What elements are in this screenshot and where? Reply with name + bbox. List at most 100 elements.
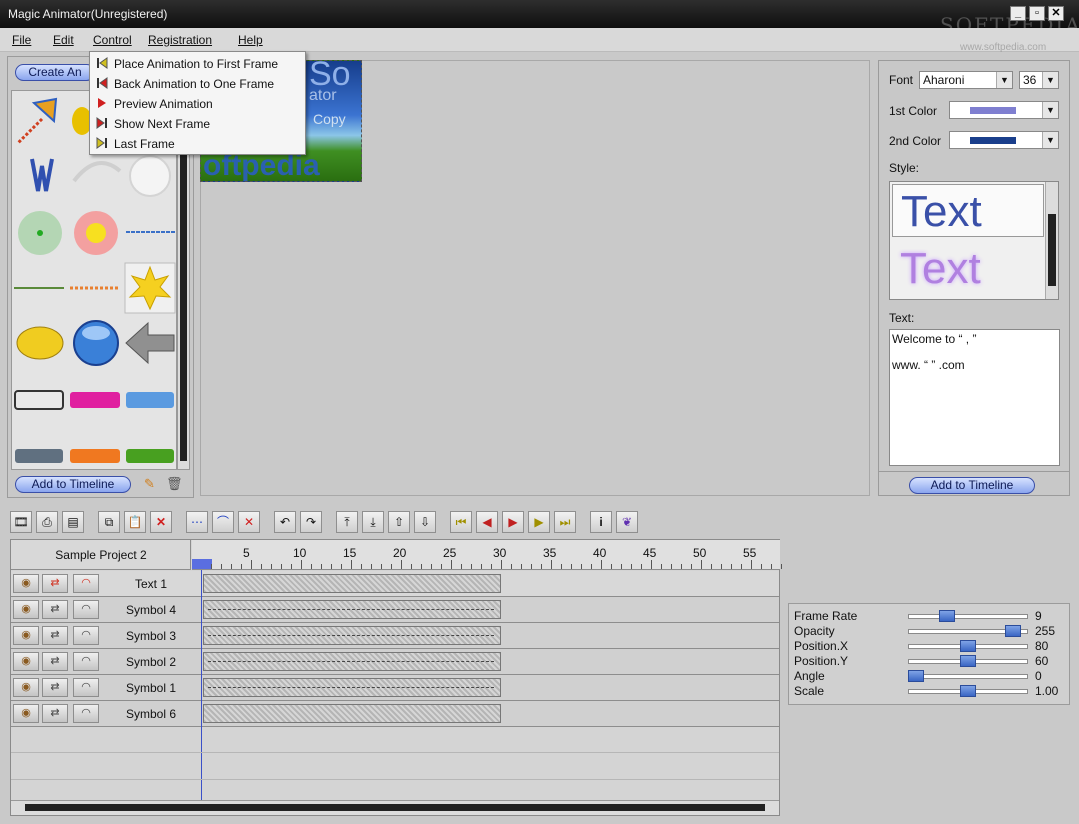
slate-bar-icon[interactable] bbox=[15, 449, 63, 463]
menu-first-frame[interactable]: Place Animation to First Frame bbox=[90, 53, 305, 73]
motion-path-icon[interactable]: ⇄ bbox=[42, 704, 68, 723]
property-slider[interactable] bbox=[908, 674, 1028, 679]
blue-orb-icon[interactable] bbox=[73, 320, 119, 366]
library-scroll-thumb[interactable] bbox=[180, 101, 187, 461]
track-keyframe-bar[interactable] bbox=[203, 574, 501, 593]
speech-bubble-icon[interactable] bbox=[16, 326, 64, 360]
edit-pencil-icon[interactable]: ✎ bbox=[144, 476, 155, 492]
restore-button[interactable]: ▫ bbox=[1029, 6, 1045, 21]
minimize-button[interactable]: _ bbox=[1010, 6, 1026, 21]
menu-help[interactable]: Help bbox=[238, 33, 263, 47]
text-add-to-timeline-button[interactable]: Add to Timeline bbox=[909, 477, 1035, 494]
first-color-select[interactable]: ▼ bbox=[949, 101, 1059, 119]
curve-path-icon[interactable]: ◠ bbox=[73, 652, 99, 671]
create-animation-button[interactable]: Create An bbox=[15, 64, 95, 81]
visibility-eye-icon[interactable]: ◉ bbox=[13, 678, 39, 697]
open-icon[interactable]: ⎙ bbox=[36, 511, 58, 533]
add-curve-icon[interactable]: ⌒ bbox=[212, 511, 234, 533]
move-up-icon[interactable]: ⇧ bbox=[388, 511, 410, 533]
menu-next-frame[interactable]: Show Next Frame bbox=[90, 113, 305, 133]
visibility-eye-icon[interactable]: ◉ bbox=[13, 652, 39, 671]
copy-icon[interactable]: ⧉ bbox=[98, 511, 120, 533]
green-bar-icon[interactable] bbox=[126, 449, 174, 463]
style-list[interactable]: Text Text bbox=[889, 181, 1059, 300]
property-slider-thumb[interactable] bbox=[960, 685, 976, 697]
style-scrollbar[interactable] bbox=[1045, 182, 1058, 299]
green-glow-icon[interactable] bbox=[18, 211, 62, 255]
star-burst-icon[interactable] bbox=[124, 262, 176, 314]
visibility-eye-icon[interactable]: ◉ bbox=[13, 574, 39, 593]
track-row[interactable]: ◉ ⇄ ◠ Symbol 3 bbox=[11, 623, 779, 649]
style-scroll-thumb[interactable] bbox=[1048, 214, 1056, 286]
arc-icon[interactable] bbox=[72, 161, 122, 183]
motion-path-icon[interactable]: ⇄ bbox=[42, 678, 68, 697]
library-add-to-timeline-button[interactable]: Add to Timeline bbox=[15, 476, 131, 493]
arrow-left-icon[interactable] bbox=[125, 321, 175, 365]
gray-button-shape-icon[interactable] bbox=[14, 390, 64, 410]
info-icon[interactable]: i bbox=[590, 511, 612, 533]
track-row[interactable]: ◉ ⇄ ◠ Text 1 bbox=[11, 571, 779, 597]
property-slider-thumb[interactable] bbox=[960, 640, 976, 652]
close-button[interactable]: ✕ bbox=[1048, 6, 1064, 21]
last-frame-icon[interactable]: ⏭ bbox=[554, 511, 576, 533]
curve-path-icon[interactable]: ◠ bbox=[73, 704, 99, 723]
track-keyframe-bar[interactable] bbox=[203, 652, 501, 671]
motion-path-icon[interactable]: ⇄ bbox=[42, 600, 68, 619]
blue-button-shape-icon[interactable] bbox=[126, 392, 174, 408]
track-row[interactable]: ◉ ⇄ ◠ Symbol 4 bbox=[11, 597, 779, 623]
curve-path-icon[interactable]: ◠ bbox=[73, 600, 99, 619]
menu-control[interactable]: Control bbox=[93, 33, 132, 47]
glow-circle-icon[interactable] bbox=[129, 155, 171, 197]
curve-path-icon[interactable]: ◠ bbox=[73, 574, 99, 593]
track-row[interactable]: ◉ ⇄ ◠ Symbol 6 bbox=[11, 701, 779, 727]
visibility-eye-icon[interactable]: ◉ bbox=[13, 626, 39, 645]
menu-preview-animation[interactable]: Preview Animation bbox=[90, 93, 305, 113]
paste-icon[interactable]: 📋 bbox=[124, 511, 146, 533]
track-keyframe-bar[interactable] bbox=[203, 600, 501, 619]
next-frame-icon[interactable]: ▶ bbox=[528, 511, 550, 533]
send-to-back-icon[interactable]: ⤓ bbox=[362, 511, 384, 533]
frame-ruler[interactable]: 5 10 15 20 25 30 35 40 45 50 55 bbox=[192, 540, 782, 570]
first-frame-icon[interactable]: ⏮ bbox=[450, 511, 472, 533]
menu-registration[interactable]: Registration bbox=[148, 33, 212, 47]
track-keyframe-bar[interactable] bbox=[203, 678, 501, 697]
font-select[interactable]: Aharoni ▼ bbox=[919, 71, 1013, 89]
property-slider[interactable] bbox=[908, 614, 1028, 619]
track-row[interactable]: ◉ ⇄ ◠ Symbol 1 bbox=[11, 675, 779, 701]
property-slider-thumb[interactable] bbox=[1004, 625, 1021, 637]
playhead-marker[interactable] bbox=[192, 559, 212, 569]
track-row[interactable]: ◉ ⇄ ◠ Symbol 2 bbox=[11, 649, 779, 675]
curve-path-icon[interactable]: ◠ bbox=[73, 626, 99, 645]
curve-path-icon[interactable]: ◠ bbox=[73, 678, 99, 697]
pink-button-shape-icon[interactable] bbox=[70, 392, 120, 408]
motion-path-icon[interactable]: ⇄ bbox=[42, 626, 68, 645]
butterfly-icon[interactable]: ❦ bbox=[616, 511, 638, 533]
menu-edit[interactable]: Edit bbox=[53, 33, 74, 47]
menu-file[interactable]: File bbox=[12, 33, 31, 47]
timeline-scroll-thumb[interactable] bbox=[25, 804, 765, 811]
bring-to-front-icon[interactable]: ⤒ bbox=[336, 511, 358, 533]
redo-icon[interactable]: ↷ bbox=[300, 511, 322, 533]
motion-path-icon[interactable]: ⇄ bbox=[42, 574, 68, 593]
text-input[interactable]: Welcome to “ , ” www. “ ” .com bbox=[889, 329, 1060, 466]
second-color-select[interactable]: ▼ bbox=[949, 131, 1059, 149]
play-icon[interactable]: ▶ bbox=[502, 511, 524, 533]
kite-icon[interactable] bbox=[16, 97, 58, 145]
visibility-eye-icon[interactable]: ◉ bbox=[13, 600, 39, 619]
new-film-icon[interactable]: 🎞 bbox=[10, 511, 32, 533]
timeline-hscrollbar[interactable] bbox=[11, 800, 779, 815]
track-keyframe-bar[interactable] bbox=[203, 626, 501, 645]
sun-glow-icon[interactable] bbox=[74, 211, 118, 255]
remove-path-icon[interactable]: ✕ bbox=[238, 511, 260, 533]
undo-icon[interactable]: ↶ bbox=[274, 511, 296, 533]
add-path-icon[interactable]: ⋯ bbox=[186, 511, 208, 533]
save-icon[interactable]: ▤ bbox=[62, 511, 84, 533]
delete-icon[interactable]: ✕ bbox=[150, 511, 172, 533]
style-option-1[interactable]: Text bbox=[892, 184, 1044, 237]
property-slider-thumb[interactable] bbox=[960, 655, 976, 667]
menu-last-frame[interactable]: Last Frame bbox=[90, 133, 305, 153]
style-option-2[interactable]: Text bbox=[892, 242, 1044, 297]
property-slider-thumb[interactable] bbox=[908, 670, 924, 682]
menu-back-frame[interactable]: Back Animation to One Frame bbox=[90, 73, 305, 93]
visibility-eye-icon[interactable]: ◉ bbox=[13, 704, 39, 723]
